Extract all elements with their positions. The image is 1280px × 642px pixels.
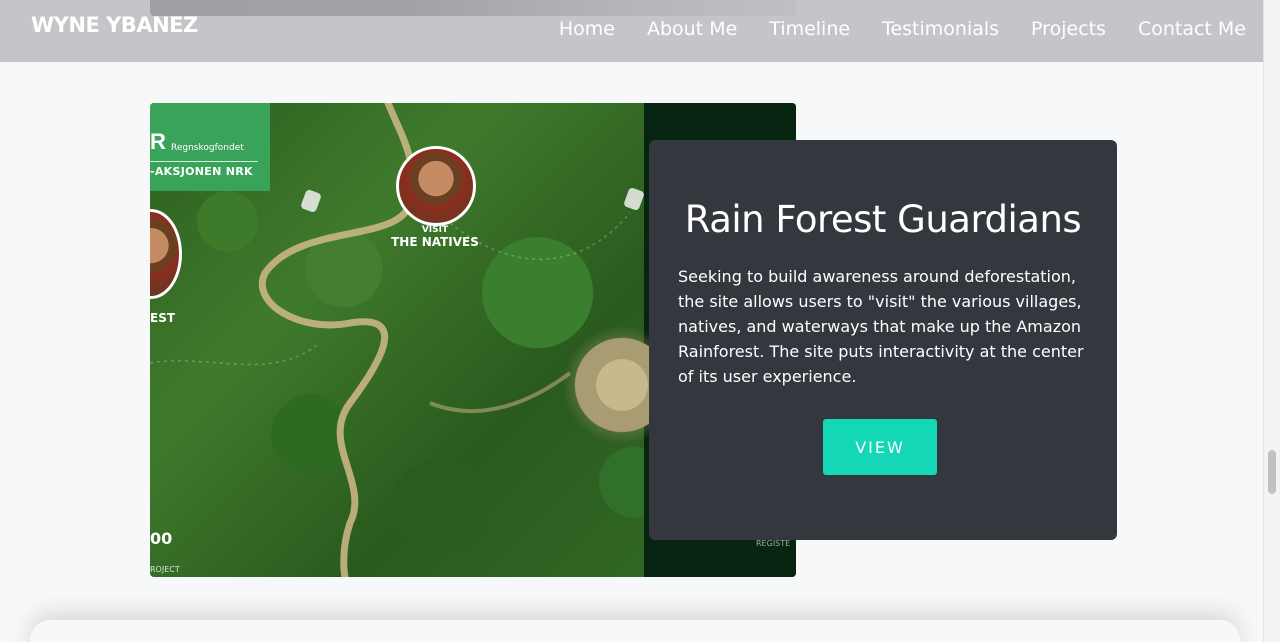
brand-logo[interactable]: WYNE YBANEZ bbox=[31, 13, 198, 37]
page: WYNE YBANEZ Home About Me Timeline Testi… bbox=[0, 0, 1280, 642]
native-avatar[interactable] bbox=[396, 146, 476, 226]
next-section bbox=[30, 620, 1240, 642]
image-corner-text: 00 bbox=[150, 529, 173, 548]
nav-link-home[interactable]: Home bbox=[559, 18, 615, 40]
logo-campaign-text: -AKSJONEN NRK bbox=[150, 165, 253, 178]
image-corner-subtext: ROJECT bbox=[150, 565, 180, 574]
nav-link-testimonials[interactable]: Testimonials bbox=[882, 18, 999, 40]
image-right-text: REGISTE bbox=[756, 539, 791, 548]
nav-link-timeline[interactable]: Timeline bbox=[769, 18, 850, 40]
project-description: Seeking to build awareness around defore… bbox=[678, 267, 1084, 386]
nav-link-projects[interactable]: Projects bbox=[1031, 18, 1106, 40]
logo-mark-icon: R bbox=[150, 129, 166, 154]
map-label-left: EST bbox=[150, 311, 176, 325]
map-label-natives: THE NATIVES bbox=[391, 235, 479, 249]
project-info-card: Rain Forest Guardians Seeking to build a… bbox=[649, 140, 1117, 540]
nav-link-contact-me[interactable]: Contact Me bbox=[1138, 18, 1246, 40]
logo-org-text: Regnskogfondet bbox=[171, 143, 244, 153]
nav-links: Home About Me Timeline Testimonials Proj… bbox=[559, 18, 1246, 40]
view-button[interactable]: VIEW bbox=[823, 419, 937, 475]
nav-link-about-me[interactable]: About Me bbox=[647, 18, 737, 40]
project-title: Rain Forest Guardians bbox=[684, 198, 1082, 241]
scrollbar-thumb[interactable] bbox=[1268, 450, 1276, 494]
campaign-logo: R Regnskogfondet -AKSJONEN NRK bbox=[150, 103, 270, 191]
logo-divider bbox=[150, 161, 258, 162]
scrollbar-track[interactable] bbox=[1263, 0, 1280, 642]
